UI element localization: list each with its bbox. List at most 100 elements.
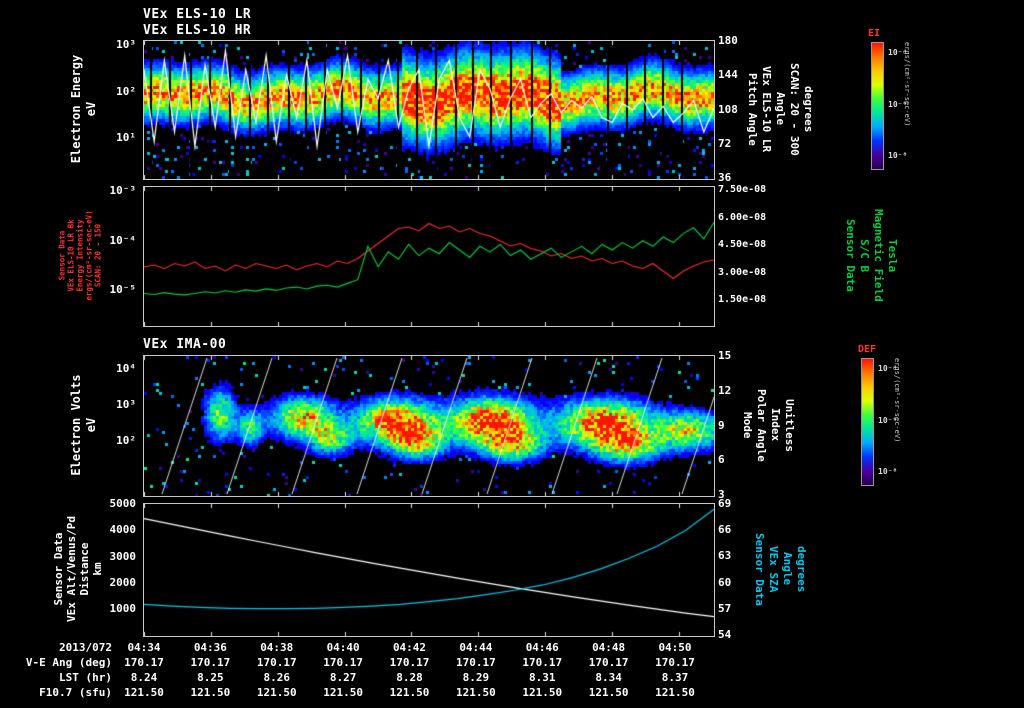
right-tick-label: 12 — [718, 383, 732, 397]
axis-label-line: degrees — [795, 545, 808, 593]
right-tick-label: 1.50e-08 — [718, 294, 767, 305]
y-tick-label: 10⁻⁵ — [109, 283, 137, 296]
panel1-y-axis-label: Electron Energy eV — [69, 34, 99, 184]
ei-colorbar — [871, 42, 884, 170]
date-label: 2013/072 — [59, 641, 112, 654]
lst-value: 8.34 — [595, 671, 622, 684]
axis-label-line: Unitless — [783, 398, 796, 452]
panel4-right-axis-label: Sensor Data VEx SZA Angle degrees — [752, 503, 808, 635]
lst-value: 8.37 — [661, 671, 689, 684]
alt-sza-panel — [143, 503, 715, 637]
right-tick-label: 36 — [718, 171, 732, 184]
intensity-magfield-canvas — [144, 187, 714, 326]
right-tick-label: 4.50e-08 — [718, 239, 767, 250]
time-tick-label: 04:36 — [193, 641, 227, 654]
time-tick-label: 04:38 — [260, 641, 294, 654]
axis-label-line: Polar Angle — [755, 388, 768, 462]
axis-label-line: Index — [769, 408, 782, 442]
axis-label-line: degrees — [802, 85, 815, 133]
panel1-y-ticks: 10³ 10² 10¹ — [96, 38, 136, 144]
right-tick-label: 3.00e-08 — [718, 266, 767, 278]
cdaweb-plot-screen: VEx ELS-10 LR VEx ELS-10 HR Electron Ene… — [0, 0, 1024, 708]
ima-spectrogram-canvas — [144, 356, 714, 496]
axis-label-line: Magnetic Field — [872, 209, 885, 302]
right-tick-label: 108 — [718, 102, 738, 116]
panel2-right-ticks: 7.50e-08 6.00e-08 4.50e-08 3.00e-08 1.50e-08 — [718, 184, 780, 305]
f107-value: 121.50 — [124, 686, 164, 699]
els-spectrogram-canvas — [144, 41, 714, 179]
y-tick-label: 10⁻⁴ — [109, 233, 137, 247]
y-tick-label: 10¹ — [116, 131, 136, 144]
right-tick-label: 7.50e-08 — [718, 184, 767, 195]
right-tick-label: 69 — [718, 497, 732, 510]
f107-value: 121.50 — [588, 686, 629, 699]
ve-ang-value: 170.17 — [456, 656, 496, 669]
y-tick-label: 4000 — [109, 523, 137, 537]
axis-label-line: Angle — [781, 552, 794, 586]
panel2-y-ticks: 10⁻³ 10⁻⁴ 10⁻⁵ — [96, 184, 137, 296]
ve-ang-value: 170.17 — [124, 656, 164, 669]
ve-ang-value: 170.17 — [256, 656, 297, 669]
ve-ang-value-row: 170.17 170.17 170.17 170.17 170.17 170.17 170.… — [120, 656, 699, 669]
els-spectrogram-panel — [143, 40, 715, 180]
lst-value: 8.29 — [462, 671, 490, 684]
lst-row-label: LST (hr) — [59, 671, 112, 684]
y-tick-label: 10⁴ — [116, 362, 136, 375]
time-tick-label: 04:42 — [392, 641, 427, 654]
right-tick-label: 6.00e-08 — [718, 211, 767, 223]
ve-ang-value: 170.17 — [389, 656, 430, 669]
panel1-title-line1: VEx ELS-10 LR — [143, 7, 252, 22]
axis-label-line: SCAN: 20 - 300 — [788, 62, 801, 156]
f107-value: 121.50 — [190, 686, 231, 699]
axis-label-line: VEx ELS-10 LR Bk — [66, 219, 76, 292]
y-tick-label: 5000 — [109, 497, 137, 510]
y-tick-label: 10³ — [116, 38, 136, 51]
time-tick-label: 04:40 — [326, 641, 360, 654]
y-tick-label: 10³ — [116, 398, 136, 411]
axis-label-line: VEx SZA — [767, 545, 780, 593]
axis-label-line: Sensor Data — [844, 219, 857, 292]
axis-label-line: ergs/(cm²-sr-sec-eV) — [84, 210, 94, 301]
panel3-right-axis-label: Mode Polar Angle Index Unitless — [740, 355, 796, 495]
axis-label-line: Energy Intensity — [75, 219, 85, 292]
axis-label-line: Sensor Data — [57, 230, 67, 281]
time-tick-label: 04:48 — [592, 641, 626, 654]
time-tick-label: 04:46 — [525, 641, 559, 654]
right-tick-label: 54 — [718, 627, 732, 641]
ve-ang-value: 170.17 — [522, 656, 563, 669]
y-tick-label: 10² — [116, 84, 136, 98]
axis-label-line: Sensor Data — [52, 532, 65, 606]
f107-value-row: 121.50 121.50 121.50 121.50 121.50 121.50 121.… — [120, 686, 699, 699]
time-tick-row: 04:34 04:36 04:38 04:40 04:42 04:44 04:46 04:48… — [123, 641, 696, 654]
lst-value: 8.31 — [529, 671, 556, 684]
lst-value: 8.24 — [130, 671, 158, 684]
f107-value: 121.50 — [389, 686, 430, 699]
ima-spectrogram-panel — [143, 355, 715, 497]
def-colorbar-unit: ergs/(cm²-sr-sec-eV) — [893, 358, 901, 443]
lst-value-row: 8.24 8.25 8.26 8.27 8.28 8.29 8.31 8.34 8.37 — [120, 671, 699, 684]
ve-ang-value: 170.17 — [588, 656, 629, 669]
right-tick-label: 63 — [718, 549, 732, 563]
right-tick-label: 15 — [718, 349, 732, 362]
axis-label-line: Pitch Angle — [746, 72, 759, 146]
ve-ang-value: 170.17 — [190, 656, 231, 669]
ve-ang-value: 170.17 — [655, 656, 695, 669]
right-tick-label: 144 — [718, 68, 738, 82]
intensity-magfield-panel — [143, 186, 715, 327]
def-colorbar-title: DEF — [858, 344, 877, 355]
y-tick-label: 10⁻³ — [109, 184, 137, 197]
axis-label-line: Distance — [78, 542, 91, 596]
axis-label-line: Electron Energy — [69, 54, 83, 164]
time-tick-label: 04:34 — [127, 641, 161, 654]
f107-value: 121.50 — [323, 686, 363, 699]
right-tick-label: 180 — [718, 34, 738, 47]
y-tick-label: 1000 — [109, 602, 137, 615]
panel1-right-axis-label: Pitch Angle VEx ELS-10 LR Angle SCAN: 20 - … — [745, 40, 815, 178]
axis-label-line: Electron Volts — [69, 374, 83, 476]
alt-sza-canvas — [144, 504, 714, 636]
axis-label-line: Mode — [741, 411, 754, 439]
f107-value: 121.50 — [456, 686, 496, 699]
axis-label-line: Sensor Data — [753, 532, 766, 606]
ve-ang-value: 170.17 — [323, 656, 363, 669]
right-tick-label: 72 — [718, 136, 732, 150]
